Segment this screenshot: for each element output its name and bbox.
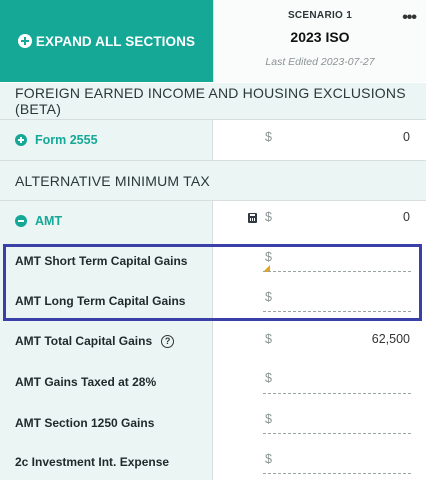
- section-header-amt: ALTERNATIVE MINIMUM TAX: [0, 161, 426, 201]
- row-label: 2c Investment Int. Expense: [15, 454, 170, 469]
- scenario-header: SCENARIO 1 2023 ISO Last Edited 2023-07-…: [213, 0, 426, 82]
- amt-total-value: 62,500: [371, 332, 410, 346]
- amt-value: 0: [403, 210, 410, 224]
- amt-long-term-input[interactable]: [263, 290, 411, 312]
- row-amt-long-term: AMT Long Term Capital Gains $: [0, 281, 426, 321]
- row-amt-1250: AMT Section 1250 Gains $: [0, 403, 426, 443]
- help-icon[interactable]: ?: [161, 334, 175, 348]
- row-label: AMT: [35, 214, 63, 228]
- amt-toggle[interactable]: AMT: [15, 214, 62, 228]
- more-options-icon[interactable]: •••: [402, 9, 417, 27]
- row-amt-short-term: AMT Short Term Capital Gains $: [0, 241, 426, 281]
- form-2555-toggle[interactable]: Form 2555: [15, 133, 98, 147]
- plus-circle-icon: [17, 34, 32, 48]
- row-form-2555: Form 2555 $ 0: [0, 120, 426, 161]
- row-label: AMT Section 1250 Gains: [15, 416, 155, 430]
- amt-short-term-input[interactable]: [263, 250, 411, 272]
- row-amt: AMT $ 0: [0, 201, 426, 241]
- expand-all-sections-button[interactable]: EXPAND ALL SECTIONS: [0, 0, 213, 82]
- currency-symbol: $: [265, 210, 272, 224]
- row-label: AMT Gains Taxed at 28%: [15, 375, 157, 389]
- section-title: FOREIGN EARNED INCOME AND HOUSING EXCLUS…: [15, 85, 406, 117]
- amt-28-input[interactable]: [263, 372, 411, 394]
- row-label: AMT Total Capital Gains: [15, 334, 153, 348]
- form-2555-value: 0: [403, 130, 410, 144]
- scenario-label: SCENARIO 1: [287, 10, 353, 21]
- expand-all-label: EXPAND ALL SECTIONS: [35, 33, 196, 49]
- last-edited: Last Edited 2023-07-27: [265, 56, 375, 68]
- section-title: ALTERNATIVE MINIMUM TAX: [15, 172, 210, 189]
- currency-symbol: $: [265, 332, 272, 346]
- amt-1250-input[interactable]: [263, 412, 411, 434]
- row-label: AMT Short Term Capital Gains: [15, 254, 188, 268]
- scenario-name: 2023 ISO: [290, 29, 350, 45]
- minus-circle-icon: [15, 215, 27, 227]
- currency-symbol: $: [265, 130, 272, 144]
- top-bar: EXPAND ALL SECTIONS SCENARIO 1 2023 ISO …: [0, 0, 426, 82]
- section-header-foreign-income: FOREIGN EARNED INCOME AND HOUSING EXCLUS…: [0, 83, 426, 120]
- row-label: Form 2555: [35, 133, 98, 147]
- plus-circle-icon: [15, 134, 27, 146]
- row-label: AMT Long Term Capital Gains: [15, 294, 186, 308]
- investment-interest-input[interactable]: [263, 452, 411, 474]
- row-amt-28: AMT Gains Taxed at 28% $: [0, 361, 426, 403]
- row-investment-interest: 2c Investment Int. Expense $: [0, 443, 426, 480]
- calculator-icon[interactable]: [248, 213, 257, 223]
- row-amt-total: AMT Total Capital Gains ? $ 62,500: [0, 321, 426, 361]
